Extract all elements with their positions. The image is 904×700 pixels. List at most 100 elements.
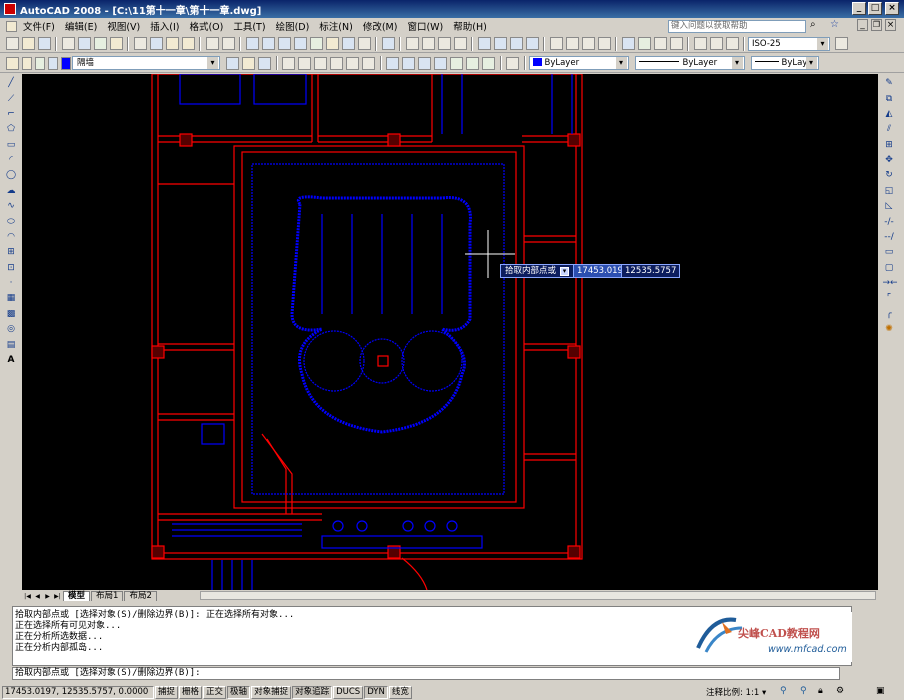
aligned-dim-icon[interactable] <box>421 37 435 50</box>
make-current-icon[interactable] <box>226 56 239 70</box>
snap-settings-icon[interactable] <box>506 56 519 70</box>
snap-tangent-icon[interactable] <box>466 56 479 70</box>
copy-tool-icon[interactable]: ⧉ <box>883 93 896 106</box>
new-icon[interactable] <box>5 37 19 50</box>
baseline-dim-icon[interactable] <box>565 37 579 50</box>
dimstyle-manager-icon[interactable] <box>835 37 848 50</box>
dyn-toggle[interactable]: DYN <box>364 685 388 699</box>
doc-restore-button[interactable]: ❐ <box>871 19 882 31</box>
tolerance-icon[interactable] <box>621 37 635 50</box>
properties-icon[interactable] <box>309 37 323 50</box>
lineweight-select[interactable]: ByLayer <box>750 56 819 70</box>
paste-icon[interactable] <box>165 37 179 50</box>
polyline-icon[interactable] <box>314 56 327 70</box>
menu-modify[interactable]: 修改(M) <box>358 19 403 33</box>
horizontal-scrollbar[interactable] <box>200 591 876 600</box>
circle-tool-icon[interactable]: ◯ <box>5 169 18 182</box>
first-tab-icon[interactable]: |◀ <box>23 592 32 601</box>
document-icon[interactable] <box>5 20 17 32</box>
move-tool-icon[interactable]: ✥ <box>883 154 896 167</box>
ducs-toggle[interactable]: DUCS <box>333 685 364 699</box>
otrack-toggle[interactable]: 对象追踪 <box>292 685 333 699</box>
erase-tool-icon[interactable]: ✎ <box>883 77 896 90</box>
snap-intersection-icon[interactable] <box>434 56 447 70</box>
insert-block-tool-icon[interactable]: ⊞ <box>5 246 18 259</box>
search-icon[interactable]: ⌕ <box>810 19 816 30</box>
linear-dim-icon[interactable] <box>405 37 419 50</box>
chamfer-tool-icon[interactable]: ⌜ <box>883 292 896 305</box>
zoom-previous-icon[interactable] <box>293 37 307 50</box>
jogged-dim-icon[interactable] <box>493 37 507 50</box>
cut-icon[interactable] <box>133 37 147 50</box>
fillet-tool-icon[interactable]: ╭ <box>883 308 896 321</box>
dim-text-edit-icon[interactable] <box>709 37 723 50</box>
hatch-tool-icon[interactable]: ▦ <box>5 292 18 305</box>
prev-tab-icon[interactable]: ◀ <box>33 592 42 601</box>
menu-dimension[interactable]: 标注(N) <box>314 19 358 33</box>
grid-toggle[interactable]: 栅格 <box>179 685 203 699</box>
menu-edit[interactable]: 编辑(E) <box>60 19 102 33</box>
preview-icon[interactable] <box>77 37 91 50</box>
last-tab-icon[interactable]: ▶| <box>53 592 62 601</box>
layer-freeze-icon[interactable] <box>34 56 45 70</box>
ortho-toggle[interactable]: 正交 <box>203 685 227 699</box>
menu-help[interactable]: 帮助(H) <box>448 19 492 33</box>
continue-dim-icon[interactable] <box>581 37 595 50</box>
snap-perpendicular-icon[interactable] <box>450 56 463 70</box>
help-search-input[interactable]: 键入问题以获取帮助 <box>668 20 806 33</box>
open-icon[interactable] <box>21 37 35 50</box>
gradient-tool-icon[interactable]: ▩ <box>5 308 18 321</box>
design-center-icon[interactable] <box>325 37 339 50</box>
close-button[interactable]: × <box>885 2 899 15</box>
make-block-tool-icon[interactable]: ⊡ <box>5 262 18 275</box>
scale-tool-icon[interactable]: ◱ <box>883 185 896 198</box>
diameter-dim-icon[interactable] <box>509 37 523 50</box>
extend-icon[interactable] <box>346 56 359 70</box>
doc-close-button[interactable]: × <box>885 19 896 31</box>
rectangle-tool-icon[interactable]: ▭ <box>5 139 18 152</box>
layer-isolate-icon[interactable] <box>258 56 271 70</box>
redo-icon[interactable] <box>221 37 235 50</box>
ordinate-dim-icon[interactable] <box>453 37 467 50</box>
point-tool-icon[interactable]: · <box>5 277 18 290</box>
autocad-app-icon[interactable] <box>4 3 16 15</box>
polygon-tool-icon[interactable]: ⬠ <box>5 123 18 136</box>
xline-tool-icon[interactable]: ⟋ <box>5 93 18 106</box>
jogged-linear-icon[interactable] <box>669 37 683 50</box>
stretch-tool-icon[interactable]: ◺ <box>883 200 896 213</box>
line-icon[interactable] <box>282 56 295 70</box>
command-input[interactable]: 拾取内部点或 [选择对象(S)/删除边界(B)]: <box>12 667 840 680</box>
lineweight-toggle[interactable]: 线宽 <box>388 685 412 699</box>
quick-dim-icon[interactable] <box>549 37 563 50</box>
zoom-realtime-icon[interactable] <box>261 37 275 50</box>
offset-tool-icon[interactable]: ⫽ <box>883 123 896 136</box>
pan-icon[interactable] <box>245 37 259 50</box>
layer-manager-icon[interactable] <box>5 56 19 70</box>
annotation-scale[interactable]: 注释比例: 1:1 ▾ <box>706 686 766 698</box>
ellipse-arc-tool-icon[interactable]: ◠ <box>5 231 18 244</box>
drawing-canvas[interactable]: 拾取内部点或 ▾ 17453.0197 12535.5757 <box>22 74 878 590</box>
spline-tool-icon[interactable]: ∿ <box>5 200 18 213</box>
menu-view[interactable]: 视图(V) <box>102 19 145 33</box>
snap-endpoint-icon[interactable] <box>386 56 399 70</box>
snap-toggle[interactable]: 捕捉 <box>155 685 179 699</box>
tab-layout1[interactable]: 布局1 <box>91 591 124 601</box>
calculator-icon[interactable] <box>357 37 371 50</box>
revcloud-tool-icon[interactable]: ☁ <box>5 185 18 198</box>
angular-dim-icon[interactable] <box>525 37 539 50</box>
match-properties-icon[interactable] <box>181 37 195 50</box>
center-mark-icon[interactable] <box>637 37 651 50</box>
undo-icon[interactable] <box>205 37 219 50</box>
break-tool-icon[interactable]: ▢ <box>883 262 896 275</box>
auto-scale-icon[interactable]: ⚲ <box>800 686 807 696</box>
arc-length-icon[interactable] <box>437 37 451 50</box>
zoom-window-icon[interactable] <box>277 37 291 50</box>
tool-palettes-icon[interactable] <box>341 37 355 50</box>
radius-dim-icon[interactable] <box>477 37 491 50</box>
publish-icon[interactable] <box>93 37 107 50</box>
snap-center-icon[interactable] <box>418 56 431 70</box>
layer-select[interactable]: 隔墙 <box>72 56 220 70</box>
inspection-icon[interactable] <box>653 37 667 50</box>
extend-tool-icon[interactable]: --/ <box>883 231 896 244</box>
menu-window[interactable]: 窗口(W) <box>402 19 448 33</box>
